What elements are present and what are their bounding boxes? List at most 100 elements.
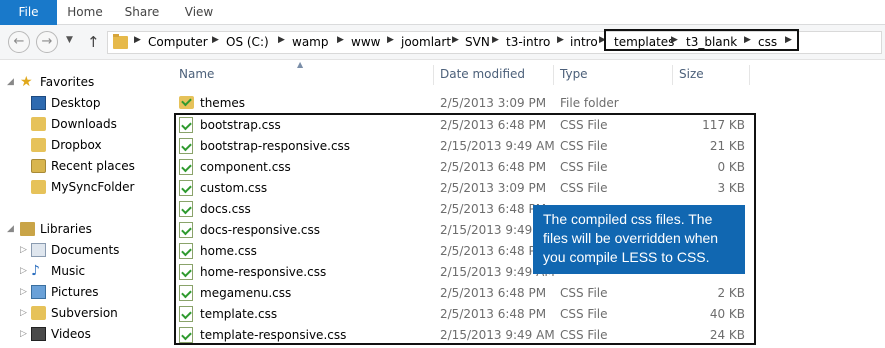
- star-icon: ★: [20, 74, 33, 90]
- breadcrumb-joomlart[interactable]: joomlart: [401, 35, 451, 49]
- forward-button[interactable]: →: [36, 31, 58, 53]
- sidebar-item-label: MySyncFolder: [51, 180, 135, 194]
- chevron-right-icon[interactable]: ▶: [337, 35, 344, 45]
- collapse-icon[interactable]: ◢: [7, 224, 14, 234]
- file-date: 2/15/2013 9:49 AM: [440, 328, 555, 342]
- file-size: 40 KB: [709, 307, 745, 321]
- column-header-date-modified[interactable]: Date modified: [440, 67, 525, 81]
- navigation-pane: ◢ ★ Favorites Desktop Downloads Dropbox …: [0, 61, 170, 348]
- sidebar-item-label: Pictures: [51, 285, 99, 299]
- column-header-type[interactable]: Type: [560, 67, 588, 81]
- file-row[interactable]: bootstrap.css 2/5/2013 6:48 PM CSS File …: [171, 114, 885, 135]
- file-name: custom.css: [200, 181, 268, 195]
- sidebar-item-label: Subversion: [51, 306, 118, 320]
- css-file-icon: [179, 222, 193, 238]
- breadcrumb-svn[interactable]: SVN: [465, 35, 490, 49]
- css-file-icon: [179, 159, 193, 175]
- css-file-icon: [179, 327, 193, 343]
- chevron-down-icon: ▼: [66, 35, 73, 45]
- music-icon: ♪: [31, 263, 40, 279]
- file-type: CSS File: [560, 286, 608, 300]
- tab-file[interactable]: File: [0, 0, 57, 25]
- file-date: 2/5/2013 6:48 PM: [440, 118, 547, 132]
- folder-icon: [113, 34, 128, 49]
- expand-icon[interactable]: ▷: [20, 287, 27, 297]
- file-name: template-responsive.css: [200, 328, 347, 342]
- file-type: CSS File: [560, 139, 608, 153]
- expand-icon[interactable]: ▷: [20, 308, 27, 318]
- file-row[interactable]: template.css 2/5/2013 6:48 PM CSS File 4…: [171, 303, 885, 324]
- column-headers: ▲ Name Date modified Type Size: [171, 60, 885, 87]
- column-divider[interactable]: [749, 65, 750, 85]
- chevron-right-icon[interactable]: ▶: [557, 35, 564, 45]
- collapse-icon[interactable]: ◢: [7, 77, 14, 87]
- file-row[interactable]: docs-responsive.css 2/15/2013 9:49 AM: [171, 219, 885, 240]
- file-type: CSS File: [560, 181, 608, 195]
- file-type: CSS File: [560, 160, 608, 174]
- file-row[interactable]: home-responsive.css 2/15/2013 9:49 AM: [171, 261, 885, 282]
- navigation-bar: ← → ▼ ↑ ▶ Computer ▶ OS (C:) ▶ wamp ▶ ww…: [0, 25, 885, 60]
- file-name: template.css: [200, 307, 278, 321]
- desktop-icon: [31, 96, 46, 110]
- file-size: 117 KB: [702, 118, 745, 132]
- path-highlight-box: [604, 29, 799, 51]
- sidebar-item-label: Downloads: [51, 117, 117, 131]
- file-row[interactable]: home.css 2/5/2013 6:48 PM: [171, 240, 885, 261]
- column-divider[interactable]: [433, 65, 434, 85]
- breadcrumb-t3-intro[interactable]: t3-intro: [506, 35, 550, 49]
- file-name: docs.css: [200, 202, 251, 216]
- callout-line: you compile LESS to CSS.: [543, 249, 710, 265]
- sort-ascending-icon: ▲: [297, 60, 304, 69]
- chevron-right-icon[interactable]: ▶: [492, 35, 499, 45]
- css-file-icon: [179, 180, 193, 196]
- folder-icon: [31, 306, 46, 320]
- downloads-folder-icon: [31, 117, 46, 131]
- column-divider[interactable]: [672, 65, 673, 85]
- breadcrumb-computer[interactable]: Computer: [148, 35, 208, 49]
- file-row[interactable]: docs.css 2/5/2013 6:48 PM: [171, 198, 885, 219]
- sidebar-item-label: Recent places: [51, 159, 135, 173]
- file-row[interactable]: template-responsive.css 2/15/2013 9:49 A…: [171, 324, 885, 345]
- file-row[interactable]: megamenu.css 2/5/2013 6:48 PM CSS File 2…: [171, 282, 885, 303]
- file-name: home-responsive.css: [200, 265, 327, 279]
- expand-icon[interactable]: ▷: [20, 266, 27, 276]
- breadcrumb-www[interactable]: www: [351, 35, 380, 49]
- file-size: 21 KB: [709, 139, 745, 153]
- chevron-right-icon[interactable]: ▶: [212, 35, 219, 45]
- file-date: 2/5/2013 6:48 PM: [440, 202, 547, 216]
- expand-icon[interactable]: ▷: [20, 329, 27, 339]
- file-type: CSS File: [560, 118, 608, 132]
- file-date: 2/5/2013 6:48 PM: [440, 160, 547, 174]
- breadcrumb-intro[interactable]: intro: [570, 35, 598, 49]
- file-name: docs-responsive.css: [200, 223, 320, 237]
- expand-icon[interactable]: ▷: [20, 245, 27, 255]
- column-header-size[interactable]: Size: [679, 67, 704, 81]
- chevron-right-icon[interactable]: ▶: [134, 35, 141, 45]
- file-date: 2/5/2013 6:48 PM: [440, 244, 547, 258]
- file-size: 3 KB: [717, 181, 745, 195]
- recent-locations-button[interactable]: ▼: [66, 35, 73, 45]
- documents-icon: [31, 243, 46, 257]
- file-row[interactable]: custom.css 2/5/2013 3:09 PM CSS File 3 K…: [171, 177, 885, 198]
- tab-view[interactable]: View: [171, 0, 227, 25]
- breadcrumb-os-c[interactable]: OS (C:): [226, 35, 269, 49]
- file-size: 0 KB: [717, 160, 745, 174]
- chevron-right-icon[interactable]: ▶: [387, 35, 394, 45]
- breadcrumb-wamp[interactable]: wamp: [292, 35, 328, 49]
- tab-share[interactable]: Share: [113, 0, 171, 25]
- chevron-right-icon[interactable]: ▶: [452, 35, 459, 45]
- column-header-name[interactable]: Name: [179, 67, 214, 81]
- css-file-icon: [179, 117, 193, 133]
- tab-home[interactable]: Home: [57, 0, 113, 25]
- column-divider[interactable]: [553, 65, 554, 85]
- sidebar-item-label: Favorites: [40, 75, 95, 89]
- back-button[interactable]: ←: [8, 31, 30, 53]
- file-row[interactable]: bootstrap-responsive.css 2/15/2013 9:49 …: [171, 135, 885, 156]
- up-button[interactable]: ↑: [87, 33, 100, 51]
- back-arrow-icon: ←: [13, 34, 25, 49]
- sidebar-item-label: Videos: [51, 327, 91, 341]
- file-row[interactable]: component.css 2/5/2013 6:48 PM CSS File …: [171, 156, 885, 177]
- file-type: CSS File: [560, 328, 608, 342]
- file-row-themes[interactable]: themes 2/5/2013 3:09 PM File folder: [171, 92, 885, 113]
- chevron-right-icon[interactable]: ▶: [278, 35, 285, 45]
